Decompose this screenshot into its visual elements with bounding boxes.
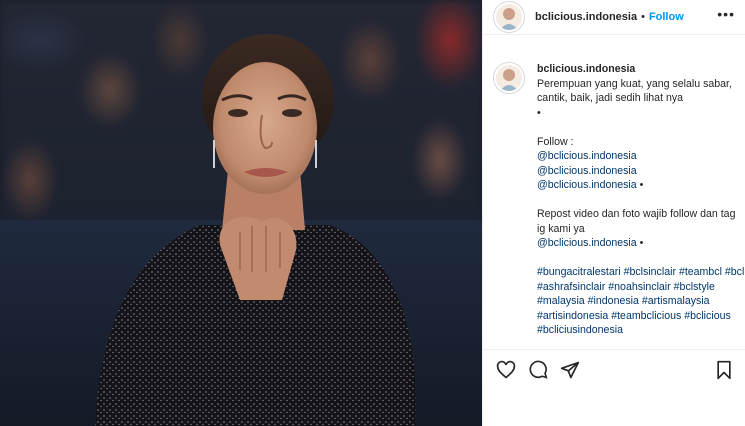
hashtag-link[interactable]: #indonesia [588, 295, 639, 307]
caption-bullet: • [537, 106, 541, 119]
caption-area: bclicious.indonesia Perempuan yang kuat,… [483, 62, 745, 349]
mention-link[interactable]: @bclicious.indonesia [537, 150, 637, 162]
bookmark-icon[interactable] [713, 359, 735, 381]
comment-icon[interactable] [527, 359, 549, 381]
hashtag-link[interactable]: #teambcl [679, 266, 722, 278]
mention-link[interactable]: @bclicious.indonesia [537, 165, 637, 177]
hashtag-list: #bungacitralestari #bclsinclair #teambcl… [537, 265, 745, 338]
hashtag-link[interactable]: #bclsinclair [624, 266, 676, 278]
woman-illustration [95, 34, 416, 426]
follow-button[interactable]: Follow [649, 11, 684, 23]
avatar-image [496, 65, 522, 91]
hashtag-link[interactable]: #bungacitralestari [537, 266, 621, 278]
hashtag-link[interactable]: #teambclicious [611, 310, 681, 322]
repost-text: Repost video dan foto wajib follow dan t… [537, 208, 736, 235]
action-bar [495, 357, 735, 383]
heart-icon[interactable] [495, 359, 517, 381]
more-options-icon[interactable]: ••• [717, 6, 735, 28]
header-username[interactable]: bclicious.indonesia [535, 11, 637, 23]
caption-text: bclicious.indonesia Perempuan yang kuat,… [537, 62, 745, 349]
caption-username[interactable]: bclicious.indonesia [537, 63, 635, 75]
hashtag-link[interactable]: #bcl [725, 266, 744, 278]
caption-bullet: • [636, 237, 644, 249]
caption-body: Perempuan yang kuat, yang selalu sabar, … [537, 77, 732, 105]
hashtag-link[interactable]: #bclicious [684, 310, 731, 322]
hashtag-link[interactable]: #ashrafsinclair [537, 281, 605, 293]
post-photo[interactable] [0, 0, 482, 426]
caption-bullet: • [636, 179, 644, 191]
follow-intro: Follow : [537, 135, 574, 148]
divider [483, 349, 745, 350]
post-side-panel: bclicious.indonesia • Follow ••• bclicio… [482, 0, 745, 426]
hashtag-link[interactable]: #artisindonesia [537, 310, 608, 322]
hashtag-link[interactable]: #bcliciusindonesia [537, 324, 623, 336]
header-separator: • [641, 11, 645, 23]
hashtag-link[interactable]: #malaysia [537, 295, 585, 307]
hashtag-link[interactable]: #bclstyle [674, 281, 715, 293]
hashtag-link[interactable]: #artismalaysia [642, 295, 710, 307]
post-header: bclicious.indonesia • Follow ••• [483, 0, 745, 35]
caption-avatar[interactable] [493, 62, 525, 94]
avatar[interactable] [493, 1, 525, 33]
mention-link[interactable]: @bclicious.indonesia [537, 179, 637, 191]
avatar-image [496, 4, 522, 30]
share-icon[interactable] [559, 359, 581, 381]
mention-link[interactable]: @bclicious.indonesia [537, 237, 637, 249]
hashtag-link[interactable]: #noahsinclair [608, 281, 670, 293]
